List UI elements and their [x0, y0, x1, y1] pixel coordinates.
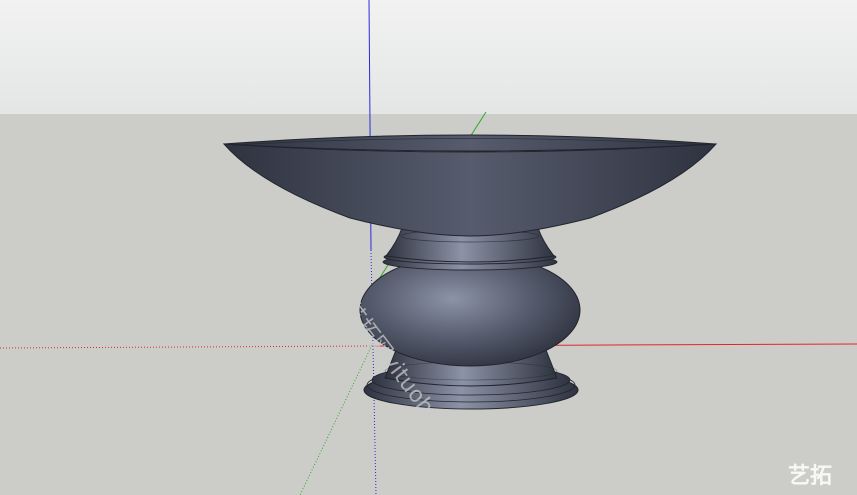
corner-logo: 艺拓 [788, 463, 832, 489]
sky [0, 0, 857, 114]
scene-canvas: 艺拓网yituohub.com 艺拓 [0, 0, 857, 495]
sketchup-viewport[interactable]: 艺拓网yituohub.com 艺拓 [0, 0, 857, 495]
